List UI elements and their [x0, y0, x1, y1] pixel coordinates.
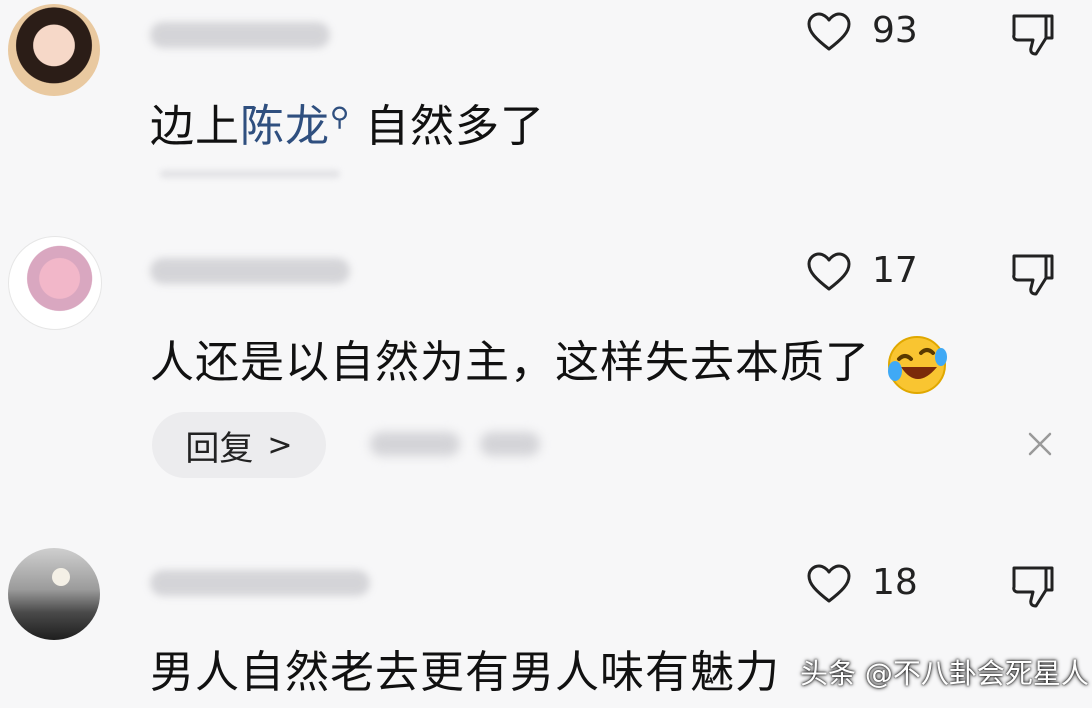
thumbs-down-icon[interactable]: [1010, 564, 1056, 610]
avatar[interactable]: [8, 548, 100, 640]
like-count: 18: [872, 562, 918, 603]
comment-text-body: 男人自然老去更有男人味有魅力: [150, 647, 780, 698]
username-blurred[interactable]: [150, 570, 370, 596]
sun-icon: [52, 568, 70, 586]
watermark: 头条 @不八卦会死星人: [800, 657, 1089, 690]
heart-outline-icon[interactable]: [806, 564, 852, 604]
comment-text: 男人自然老去更有男人味有魅力: [150, 636, 780, 700]
comment-item: 18 男人自然老去更有男人味有魅力: [0, 0, 1092, 708]
